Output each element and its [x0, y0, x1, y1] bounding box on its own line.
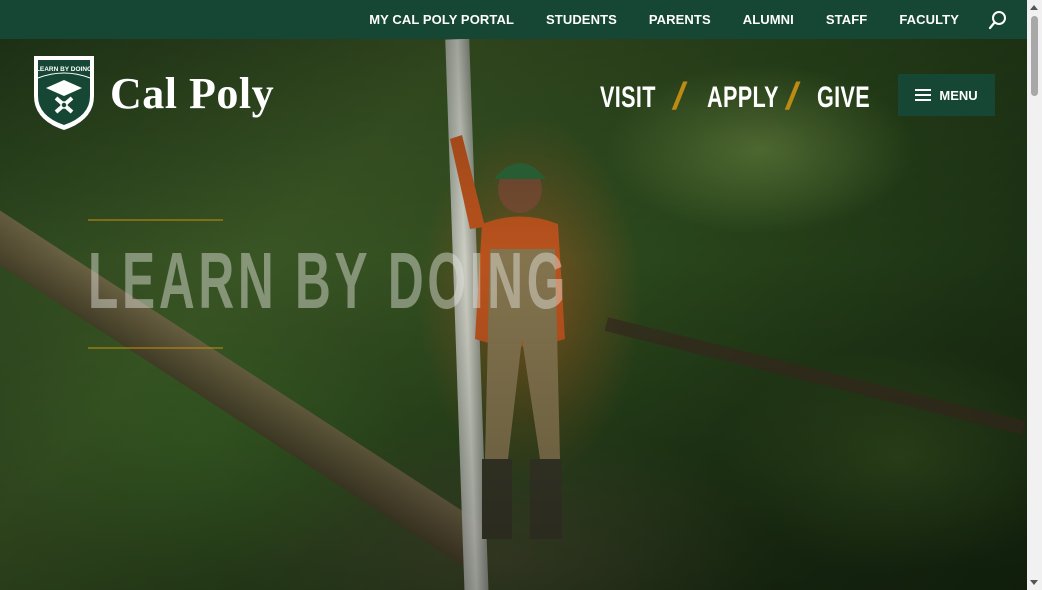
menu-button[interactable]: MENU: [898, 74, 995, 116]
link-staff[interactable]: STAFF: [826, 12, 867, 27]
search-icon[interactable]: [987, 9, 1009, 31]
seal-icon: LEARN BY DOING: [34, 56, 94, 130]
link-alumni[interactable]: ALUMNI: [743, 12, 794, 27]
utility-bar: MY CAL POLY PORTAL STUDENTS PARENTS ALUM…: [0, 0, 1027, 39]
link-students[interactable]: STUDENTS: [546, 12, 617, 27]
primary-cta-nav: VISIT / APPLY / GIVE: [600, 76, 877, 119]
link-my-cal-poly-portal[interactable]: MY CAL POLY PORTAL: [369, 12, 514, 27]
hero-banner: LEARN BY DOING Cal Poly VISIT / APPLY / …: [0, 39, 1027, 590]
seal-text: LEARN BY DOING: [36, 66, 92, 73]
cal-poly-logo[interactable]: LEARN BY DOING Cal Poly: [32, 54, 274, 132]
give-link[interactable]: GIVE: [817, 81, 870, 115]
link-faculty[interactable]: FACULTY: [899, 12, 959, 27]
apply-link[interactable]: APPLY: [707, 81, 778, 115]
tagline-text: LEARN BY DOING: [88, 236, 570, 325]
cal-poly-wordmark: Cal Poly: [110, 68, 275, 118]
hamburger-icon: [915, 89, 932, 101]
tagline-rule-bottom: [88, 347, 223, 349]
menu-label: MENU: [939, 87, 978, 103]
cta-divider: /: [782, 76, 802, 118]
visit-link[interactable]: VISIT: [600, 81, 655, 115]
scroll-down-arrow-icon[interactable]: [1030, 580, 1038, 585]
scroll-thumb[interactable]: [1031, 16, 1038, 96]
scroll-up-arrow-icon[interactable]: [1030, 5, 1038, 10]
link-parents[interactable]: PARENTS: [649, 12, 711, 27]
hero-tagline: LEARN BY DOING: [88, 219, 864, 349]
tagline-rule-top: [88, 219, 223, 221]
page-scrollbar[interactable]: [1027, 0, 1042, 590]
cta-divider: /: [669, 76, 690, 118]
